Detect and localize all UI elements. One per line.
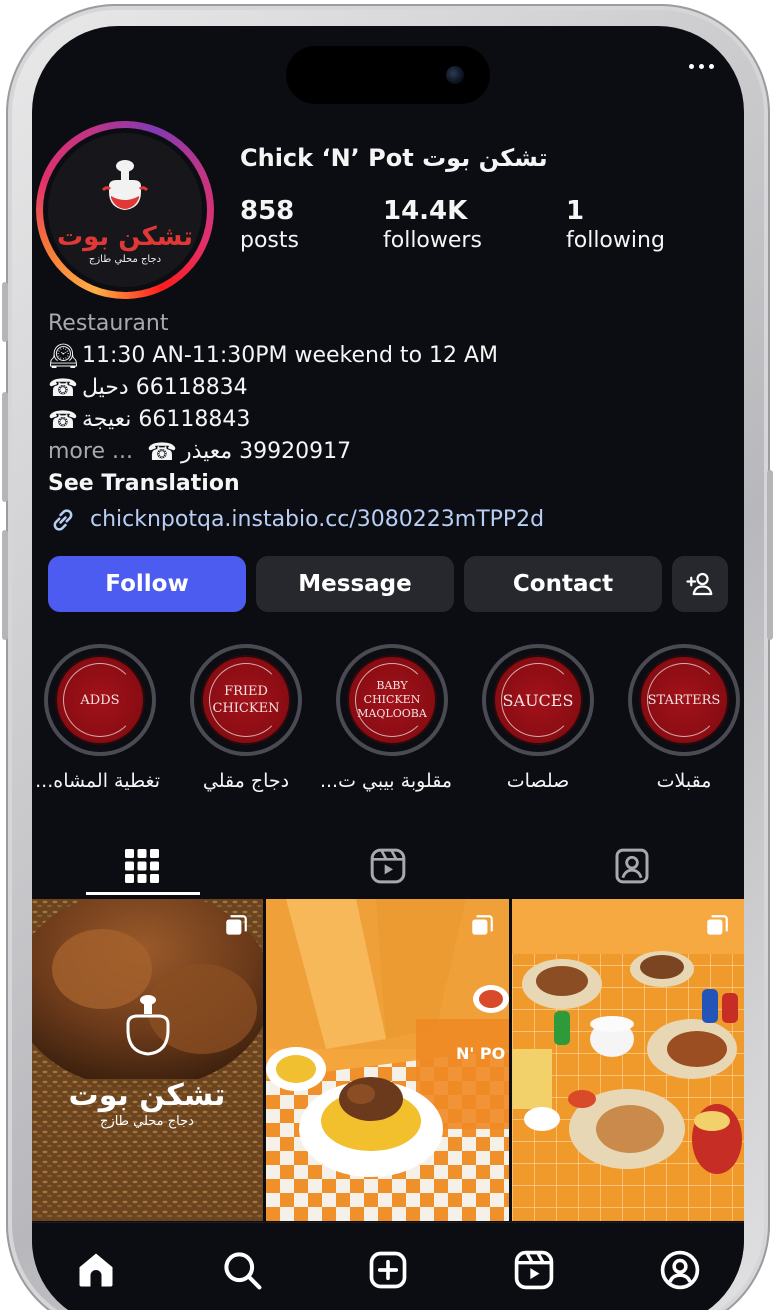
- volume-up-button: [2, 392, 8, 502]
- bio-hours-line: 🕰 11:30 AN-11:30PM weekend to 12 AM: [48, 340, 728, 372]
- highlight-cover-text: FRIED CHICKEN: [212, 684, 280, 716]
- bio-phone: 66118843 نعيجة: [82, 407, 251, 432]
- bio-phone-line: ☎ 66118834 دحيل: [48, 372, 728, 404]
- followers-stat[interactable]: 14.4K followers: [383, 196, 482, 253]
- add-person-icon: [686, 572, 713, 596]
- posts-stat[interactable]: 858 posts: [240, 196, 299, 253]
- highlight-item[interactable]: SAUCES صلصات: [478, 644, 598, 792]
- highlight-item[interactable]: FRIED CHICKEN دجاج مقلي: [186, 644, 306, 792]
- post-sign-text: N' PO: [456, 1044, 505, 1063]
- power-button: [767, 470, 773, 640]
- carousel-post-icon: [226, 915, 247, 935]
- nav-profile[interactable]: [655, 1245, 705, 1295]
- active-tab-indicator: [86, 892, 200, 895]
- highlight-label: صلصات: [506, 770, 570, 792]
- highlight-label: مقبلات: [656, 770, 712, 792]
- following-count: 1: [566, 196, 585, 226]
- nav-search[interactable]: [217, 1245, 267, 1295]
- brand-logo: تشكن بوت دجاج محلي طازج: [48, 133, 202, 287]
- tagged-icon: [615, 848, 649, 884]
- post-image-maqlooba-dish: N' PO: [266, 899, 509, 1221]
- volume-down-button: [2, 530, 8, 640]
- nav-reels[interactable]: [509, 1245, 559, 1295]
- message-button[interactable]: Message: [256, 556, 454, 612]
- grid-icon: [125, 849, 159, 883]
- carousel-post-icon: [472, 915, 493, 935]
- bottom-navigation: [32, 1222, 744, 1310]
- highlight-label: مقلوبة بيبي ت...: [319, 770, 452, 792]
- profile-icon: [660, 1250, 700, 1290]
- bio-hours: 11:30 AN-11:30PM weekend to 12 AM: [82, 343, 499, 368]
- bio-website-link[interactable]: chicknpotqa.instabio.cc/3080223mTPP2d: [48, 504, 728, 536]
- contact-button[interactable]: Contact: [464, 556, 662, 612]
- nav-create[interactable]: [363, 1245, 413, 1295]
- tab-posts-grid[interactable]: [42, 836, 242, 896]
- tab-tagged[interactable]: [532, 836, 732, 896]
- logo-subtitle: دجاج محلي طازج: [88, 253, 162, 265]
- post-thumbnail[interactable]: تشكن بوت دجاج محلي طازج: [32, 899, 263, 1221]
- highlight-cover-text: SAUCES: [502, 690, 574, 710]
- profile-name: Chick ‘N’ Pot تشكن بوت: [240, 144, 548, 172]
- link-chain-icon: [53, 509, 73, 531]
- bio-category: Restaurant: [48, 311, 169, 336]
- reels-icon: [514, 1250, 554, 1290]
- post-image-roast-chicken-rice: تشكن بوت دجاج محلي طازج: [32, 899, 263, 1221]
- mantelpiece-clock-icon: 🕰: [48, 342, 79, 370]
- highlight-item[interactable]: STARTERS مقبلات: [624, 644, 744, 792]
- post-logo-title: تشكن بوت: [69, 1078, 226, 1113]
- post-image-table-spread: [512, 899, 744, 1221]
- following-label: following: [566, 228, 665, 253]
- add-person-button[interactable]: [672, 556, 728, 612]
- post-thumbnail[interactable]: [512, 899, 744, 1221]
- bio-phone: 39920917 معيذر: [180, 439, 352, 464]
- profile-avatar[interactable]: تشكن بوت دجاج محلي طازج: [36, 121, 214, 299]
- bio-more-link[interactable]: more ...: [48, 436, 133, 468]
- telephone-icon: ☎: [146, 438, 177, 466]
- search-icon: [224, 1252, 262, 1290]
- highlight-item[interactable]: BABY CHICKEN MAQLOOBA مقلوبة بيبي ت...: [319, 644, 452, 792]
- more-dots-icon[interactable]: [689, 64, 714, 69]
- highlight-item[interactable]: ADDS تغطية المشاه...: [35, 644, 160, 792]
- home-icon: [79, 1253, 113, 1287]
- bio-phone: 66118834 دحيل: [82, 375, 248, 400]
- telephone-icon: ☎: [48, 406, 78, 434]
- highlight-label: تغطية المشاه...: [35, 770, 160, 792]
- profile-bio: Restaurant 🕰 11:30 AN-11:30PM weekend to…: [48, 308, 728, 536]
- posts-count: 858: [240, 196, 295, 226]
- followers-count: 14.4K: [383, 196, 468, 226]
- posts-grid: تشكن بوت دجاج محلي طازج N' PO: [32, 899, 744, 1221]
- dynamic-island: [286, 46, 490, 104]
- highlight-label: دجاج مقلي: [202, 770, 290, 792]
- tab-reels[interactable]: [288, 836, 488, 896]
- profile-action-buttons: Follow Message Contact: [48, 556, 728, 612]
- profile-tabs: [32, 826, 744, 896]
- create-icon: [369, 1251, 407, 1289]
- chicken-pot-icon: [101, 159, 149, 210]
- phone-screen: تشكن بوت دجاج محلي طازج Chick ‘N’ Pot تش…: [32, 26, 744, 1310]
- telephone-icon: ☎: [48, 374, 78, 402]
- posts-label: posts: [240, 228, 299, 253]
- highlight-cover-text: BABY CHICKEN MAQLOOBA: [357, 679, 427, 720]
- highlight-cover-text: STARTERS: [647, 692, 721, 708]
- nav-home[interactable]: [71, 1245, 121, 1295]
- logo-title: تشكن بوت: [57, 221, 193, 252]
- action-button: [2, 282, 8, 342]
- post-thumbnail[interactable]: N' PO: [266, 899, 509, 1221]
- bio-link-text: chicknpotqa.instabio.cc/3080223mTPP2d: [90, 507, 545, 532]
- highlight-cover-text: ADDS: [80, 692, 120, 708]
- carousel-post-icon: [707, 915, 728, 935]
- followers-label: followers: [383, 228, 482, 253]
- following-stat[interactable]: 1 following: [566, 196, 665, 253]
- bio-phone-line: ☎ 66118843 نعيجة: [48, 404, 728, 436]
- post-logo-subtitle: دجاج محلي طازج: [100, 1114, 194, 1129]
- front-camera: [446, 66, 464, 84]
- story-highlights: ADDS تغطية المشاه... FRIED CHICKEN دجاج …: [32, 644, 744, 804]
- reels-icon: [370, 848, 406, 884]
- follow-button[interactable]: Follow: [48, 556, 246, 612]
- bio-phone-line: more ... ☎ 39920917 معيذر: [48, 436, 728, 468]
- see-translation-link[interactable]: See Translation: [48, 468, 728, 500]
